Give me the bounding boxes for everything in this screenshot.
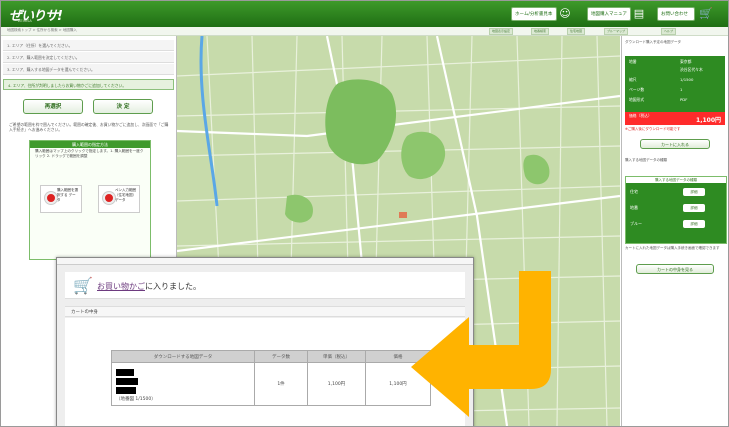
manual-button[interactable]: 地図購入マニュアル: [587, 7, 631, 31]
dialog-titlebar: [57, 258, 473, 265]
summary-value-2: 渋谷区代々木: [680, 67, 703, 72]
return-arrow-icon: [411, 271, 551, 417]
summary-value-1: 東京都: [680, 59, 692, 64]
cart-section-title: カートの中身: [65, 306, 465, 317]
map-settings-link[interactable]: 地図表示設定: [489, 28, 514, 35]
pen-range-label: ペン入力範囲（住宅地図）データ: [115, 188, 136, 202]
footer-note: カートに入れた地図データは購入手続き画面で確認できます: [625, 246, 720, 250]
reselect-button[interactable]: 再選択: [23, 99, 83, 114]
data-type-detail-1[interactable]: 詳細: [683, 188, 705, 196]
app-header: ぜいりサ! ZEIRISA ホーム/分析書見本 ☺ 地図購入マニュアル ▤ お問…: [1, 1, 728, 31]
right-panel: ダウンロード購入予定の地図データ 地番 東京都 渋谷区代々木 縮尺 1/1500…: [621, 36, 728, 426]
summary-value-4: 1: [680, 87, 683, 92]
cart-icon: 🛒: [73, 276, 93, 295]
browser-frame: ぜいりサ! ZEIRISA ホーム/分析書見本 ☺ 地図購入マニュアル ▤ お問…: [0, 0, 729, 427]
range-help-box: 購入範囲の指定方法 購入範囲はマップ上のクリックで指定します。1. 購入範囲を一…: [29, 140, 151, 260]
cart-icon[interactable]: 🛒: [699, 5, 713, 22]
summary-label-4: ページ数: [629, 87, 645, 92]
redacted-text: [116, 368, 134, 376]
col-unit-price: 単価（税込）: [307, 350, 366, 363]
sample-report-button[interactable]: ホーム/分析書見本: [511, 7, 557, 21]
lot-search-link[interactable]: 地番検索: [531, 28, 550, 35]
data-type-label-3: ブルー: [630, 221, 642, 226]
price-note: ※ご購入後にダウンロード可能です: [625, 127, 681, 131]
dialog-title-rest: に入りました。: [145, 282, 201, 291]
breadcrumb: 地図検索トップ > 住所から検索 > 地図購入: [7, 28, 77, 32]
data-type-detail-2[interactable]: 詳細: [683, 204, 705, 212]
pen-range-button[interactable]: ペン入力範囲（住宅地図）データ: [98, 185, 140, 213]
help-link[interactable]: ヘルプ: [661, 28, 677, 35]
app-logo-subtitle: ZEIRISA: [18, 19, 32, 23]
data-type-detail-3[interactable]: 詳細: [683, 220, 705, 228]
summary-label-3: 縮尺: [629, 77, 637, 82]
instruction-note: ご希望の範囲を枠で囲んでください。範囲の確定後、お買い物かごに追加し、次画面で「…: [9, 122, 169, 132]
cart-item-name: （地番図 1/1500）: [111, 362, 255, 406]
data-type-box-title: 購入する地図データの種類: [626, 177, 726, 183]
cart-item-suffix: （地番図 1/1500）: [116, 396, 156, 402]
data-type-label-1: 住宅: [630, 189, 638, 194]
range-help-title: 購入範囲の指定方法: [30, 141, 150, 148]
contact-button[interactable]: お問い合わせ: [657, 7, 695, 21]
cart-table: ダウンロードする地図データ データ数 単価（税込） 価格 （地番図 1/1500…: [111, 350, 431, 406]
cart-item-unit-price: 1,100円: [307, 362, 366, 406]
map-selection-marker[interactable]: [399, 212, 407, 218]
summary-value-3: 1/1500: [680, 77, 694, 82]
sub-navigation-bar: 地図検索トップ > 住所から検索 > 地図購入 地図表示設定 地番検索 住宅地図…: [1, 27, 728, 36]
red-pin-icon: [45, 192, 57, 204]
data-type-label-2: 地番: [630, 205, 638, 210]
data-type-heading: 購入する地図データの種類: [625, 158, 667, 162]
blue-map-link[interactable]: ブルーマップ: [604, 28, 629, 35]
dialog-header: 🛒 お買い物かごに入りました。: [65, 272, 465, 299]
residential-map-link[interactable]: 住宅地図: [567, 28, 586, 35]
step-3: 3. エリア、購入する地図データを選んでください。: [3, 64, 174, 75]
cart-item-quantity: 1件: [254, 362, 308, 406]
summary-label-1: 地番: [629, 59, 637, 64]
redacted-text: [116, 377, 138, 385]
price-value: 1,100円: [696, 117, 721, 124]
cart-header-row: ダウンロードする地図データ データ数 単価（税込） 価格: [111, 350, 431, 363]
cart-link[interactable]: お買い物かご: [97, 282, 145, 291]
step-2: 2. エリア、購入範囲を決定してください。: [3, 52, 174, 63]
left-panel: 1. エリア（住所）を選んでください。 2. エリア、購入範囲を決定してください…: [1, 36, 177, 267]
range-help-text: 購入範囲はマップ上のクリックで指定します。1. 購入範囲を一度クリック 2. ド…: [35, 149, 144, 158]
redacted-text: [116, 386, 136, 394]
col-quantity: データ数: [254, 350, 308, 363]
price-bar: 価格（税込） 1,100円: [625, 112, 725, 125]
step-1: 1. エリア（住所）を選んでください。: [3, 40, 174, 51]
price-label: 価格（税込）: [629, 113, 652, 118]
red-pen-icon: [103, 192, 115, 204]
user-icon[interactable]: ☺: [559, 5, 571, 22]
view-cart-button[interactable]: カートの中身を見る: [636, 264, 714, 274]
dialog-title: お買い物かごに入りました。: [97, 281, 201, 292]
summary-label-5: 地図形式: [629, 97, 645, 102]
summary-value-5: PDF: [680, 97, 688, 102]
step-4-active: 4. エリア、住所が判明しましたらお買い物かごに追加してください。: [3, 79, 174, 90]
select-range-button[interactable]: 購入範囲を選択する データ: [40, 185, 82, 213]
select-range-label: 購入範囲を選択する データ: [57, 188, 78, 202]
right-panel-heading: ダウンロード購入予定の地図データ: [625, 40, 681, 44]
app-logo[interactable]: ぜいりサ!: [9, 5, 63, 24]
add-to-cart-button[interactable]: カートに入れる: [640, 139, 710, 149]
cart-row: （地番図 1/1500） 1件 1,100円 1,100円: [111, 362, 431, 406]
purchase-summary: 地番 東京都 渋谷区代々木 縮尺 1/1500 ページ数 1 地図形式 PDF: [625, 56, 725, 112]
dialog-body: ダウンロードする地図データ データ数 単価（税込） 価格 （地番図 1/1500…: [65, 318, 465, 426]
confirm-button[interactable]: 決 定: [93, 99, 153, 114]
data-type-box: 購入する地図データの種類 住宅 詳細 地番 詳細 ブルー 詳細: [625, 176, 727, 244]
book-icon[interactable]: ▤: [633, 5, 645, 22]
col-map-data: ダウンロードする地図データ: [111, 350, 255, 363]
